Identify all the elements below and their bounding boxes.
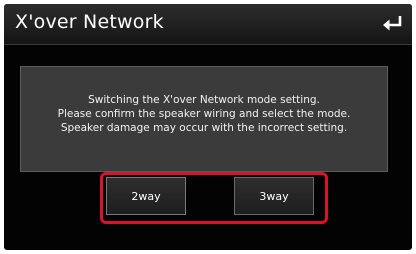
2way-button[interactable]: 2way	[106, 177, 186, 215]
warning-line: Switching the X'over Network mode settin…	[88, 94, 320, 106]
warning-line: Please confirm the speaker wiring and se…	[57, 108, 351, 120]
warning-message: Switching the X'over Network mode settin…	[21, 93, 387, 135]
3way-button[interactable]: 3way	[234, 177, 314, 215]
back-button[interactable]	[380, 13, 404, 35]
page-title: X'over Network	[15, 11, 164, 33]
title-bar: X'over Network	[4, 4, 412, 45]
warning-line: Speaker damage may occur with the incorr…	[60, 122, 348, 134]
back-arrow-icon	[383, 16, 402, 31]
warning-dialog: Switching the X'over Network mode settin…	[20, 66, 388, 172]
